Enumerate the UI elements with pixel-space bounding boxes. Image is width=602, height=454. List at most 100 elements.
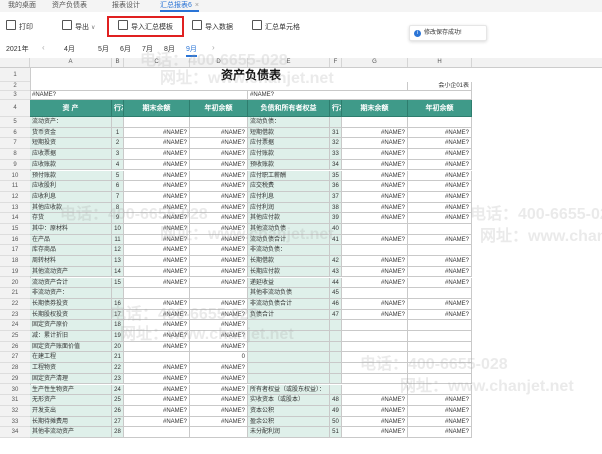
month-7[interactable]: 7月 <box>142 44 153 54</box>
asset-closing-balance[interactable]: #NAME? <box>124 266 190 278</box>
liability-line-no[interactable]: 50 <box>330 416 342 428</box>
asset-closing-balance[interactable]: #NAME? <box>124 234 190 246</box>
liability-opening-balance[interactable]: #NAME? <box>408 256 472 267</box>
prev-icon[interactable]: ‹ <box>42 43 45 52</box>
asset-opening-balance[interactable]: #NAME? <box>190 245 248 257</box>
asset-line-no[interactable]: 18 <box>112 320 124 331</box>
row-header[interactable]: 30 <box>0 385 30 396</box>
liability-line-no[interactable]: 48 <box>330 395 342 406</box>
asset-item-label[interactable]: 长期债券投资 <box>30 298 112 310</box>
asset-line-no[interactable]: 1 <box>112 127 124 139</box>
liability-item-label[interactable] <box>248 341 330 353</box>
liability-line-no[interactable]: 41 <box>330 234 342 246</box>
row-header[interactable]: 1 <box>0 68 30 82</box>
liability-item-label[interactable]: 资本公积 <box>248 405 330 417</box>
liability-item-label[interactable]: 应付利息 <box>248 191 330 203</box>
asset-opening-balance[interactable] <box>190 427 248 438</box>
liability-closing-balance[interactable]: #NAME? <box>342 298 408 310</box>
asset-opening-balance[interactable] <box>190 117 248 128</box>
row-header[interactable]: 13 <box>0 203 30 214</box>
liability-closing-balance[interactable]: #NAME? <box>342 138 408 150</box>
liability-line-no[interactable] <box>330 331 342 342</box>
asset-line-no[interactable]: 23 <box>112 373 124 385</box>
row-header[interactable]: 31 <box>0 395 30 406</box>
liability-closing-balance[interactable] <box>342 352 408 364</box>
asset-line-no[interactable]: 3 <box>112 149 124 160</box>
asset-line-no[interactable]: 19 <box>112 331 124 342</box>
asset-item-label[interactable]: 减：累计折旧 <box>30 331 112 342</box>
asset-closing-balance[interactable] <box>124 427 190 438</box>
row-header[interactable]: 29 <box>0 374 30 385</box>
asset-opening-balance[interactable]: #NAME? <box>190 224 248 235</box>
liability-line-no[interactable] <box>330 384 342 396</box>
liability-item-label[interactable]: 流动负债： <box>248 117 330 128</box>
asset-closing-balance[interactable]: #NAME? <box>124 363 190 374</box>
row-header[interactable]: 2 <box>0 82 30 91</box>
asset-opening-balance[interactable]: #NAME? <box>190 234 248 246</box>
asset-item-label[interactable]: 固定资产原价 <box>30 320 112 331</box>
asset-item-label[interactable]: 工程物资 <box>30 363 112 374</box>
asset-line-no[interactable]: 17 <box>112 309 124 321</box>
row-header[interactable]: 28 <box>0 363 30 374</box>
asset-closing-balance[interactable]: #NAME? <box>124 395 190 406</box>
column-title-left[interactable]: 行次 <box>112 100 124 117</box>
month-5[interactable]: 5月 <box>98 44 109 54</box>
next-icon[interactable]: › <box>212 43 215 52</box>
liability-opening-balance[interactable]: #NAME? <box>408 298 472 310</box>
print-button[interactable]: 打印 <box>6 20 33 32</box>
asset-line-no[interactable]: 5 <box>112 170 124 182</box>
liability-closing-balance[interactable] <box>342 245 408 257</box>
asset-item-label[interactable]: 固定资产账面价值 <box>30 341 112 353</box>
liability-item-label[interactable]: 其他非流动负债 <box>248 288 330 299</box>
asset-opening-balance[interactable]: #NAME? <box>190 170 248 182</box>
liability-opening-balance[interactable]: #NAME? <box>408 149 472 160</box>
asset-item-label[interactable]: 长期待摊费用 <box>30 416 112 428</box>
liability-item-label[interactable]: 其他应付款 <box>248 213 330 224</box>
liability-line-no[interactable]: 42 <box>330 256 342 267</box>
liability-closing-balance[interactable]: #NAME? <box>342 405 408 417</box>
asset-item-label[interactable]: 预付账款 <box>30 170 112 182</box>
liability-opening-balance[interactable]: #NAME? <box>408 416 472 428</box>
liability-opening-balance[interactable] <box>408 352 472 364</box>
asset-opening-balance[interactable]: #NAME? <box>190 298 248 310</box>
liability-opening-balance[interactable]: #NAME? <box>408 266 472 278</box>
asset-line-no[interactable] <box>112 117 124 128</box>
asset-opening-balance[interactable]: #NAME? <box>190 405 248 417</box>
asset-opening-balance[interactable]: #NAME? <box>190 149 248 160</box>
liability-closing-balance[interactable] <box>342 341 408 353</box>
liability-opening-balance[interactable]: #NAME? <box>408 138 472 150</box>
liability-closing-balance[interactable] <box>342 288 408 299</box>
asset-opening-balance[interactable]: #NAME? <box>190 341 248 353</box>
row-header[interactable]: 25 <box>0 331 30 342</box>
asset-closing-balance[interactable]: #NAME? <box>124 149 190 160</box>
liability-item-label[interactable]: 短期借款 <box>248 127 330 139</box>
asset-closing-balance[interactable]: #NAME? <box>124 256 190 267</box>
asset-closing-balance[interactable]: #NAME? <box>124 245 190 257</box>
asset-opening-balance[interactable]: 0 <box>190 352 248 364</box>
liability-closing-balance[interactable]: #NAME? <box>342 149 408 160</box>
asset-line-no[interactable]: 20 <box>112 341 124 353</box>
liability-opening-balance[interactable]: #NAME? <box>408 234 472 246</box>
liability-line-no[interactable]: 43 <box>330 266 342 278</box>
row-header[interactable]: 12 <box>0 192 30 203</box>
asset-item-label[interactable]: 其中：原材料 <box>30 224 112 235</box>
asset-item-label[interactable]: 其他非流动资产 <box>30 427 112 438</box>
liability-line-no[interactable]: 47 <box>330 309 342 321</box>
asset-item-label[interactable]: 流动资产： <box>30 117 112 128</box>
liability-line-no[interactable]: 33 <box>330 149 342 160</box>
row-header[interactable]: 8 <box>0 149 30 160</box>
asset-line-no[interactable]: 22 <box>112 363 124 374</box>
tab-balance-sheet[interactable]: 资产负债表 <box>52 1 87 11</box>
asset-line-no[interactable]: 7 <box>112 191 124 203</box>
asset-opening-balance[interactable] <box>190 288 248 299</box>
asset-closing-balance[interactable] <box>124 352 190 364</box>
liability-item-label[interactable]: 应付账款 <box>248 149 330 160</box>
asset-item-label[interactable]: 应收票据 <box>30 149 112 160</box>
tab-close-icon[interactable]: × <box>195 2 199 9</box>
asset-line-no[interactable]: 10 <box>112 224 124 235</box>
asset-closing-balance[interactable]: #NAME? <box>124 384 190 396</box>
liability-closing-balance[interactable] <box>342 373 408 385</box>
month-9[interactable]: 9月 <box>186 44 197 57</box>
row-header[interactable]: 32 <box>0 406 30 417</box>
column-title-left[interactable]: 资 产 <box>30 100 112 117</box>
